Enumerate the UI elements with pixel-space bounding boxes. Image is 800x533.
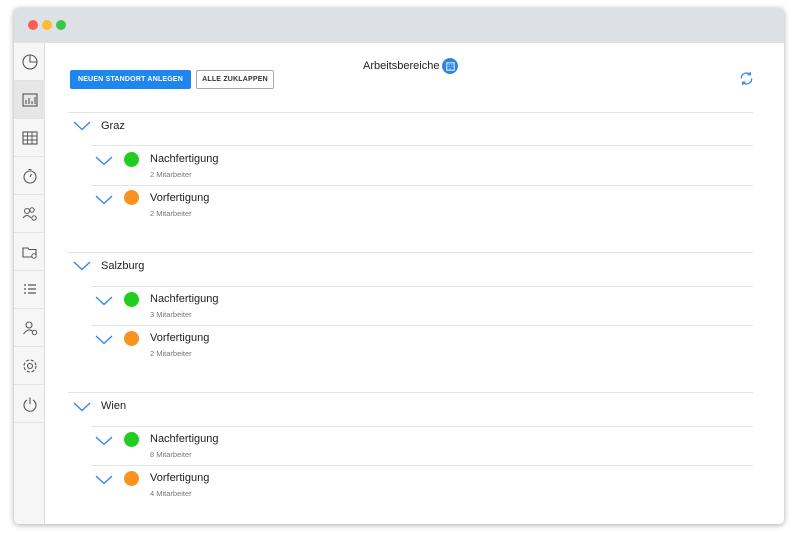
collapse-all-button[interactable]: ALLE ZUKLAPPEN <box>196 70 274 89</box>
status-indicator-orange <box>124 471 139 486</box>
department-name[interactable]: Vorfertigung <box>150 192 209 204</box>
page-title: Arbeitsbereiche <box>363 58 459 74</box>
refresh-icon[interactable] <box>738 70 755 87</box>
department-name[interactable]: Vorfertigung <box>150 472 209 484</box>
sidebar-item-reports[interactable] <box>14 81 45 119</box>
department-name[interactable]: Vorfertigung <box>150 332 209 344</box>
stopwatch-icon <box>22 168 37 184</box>
sidebar-item-lists[interactable] <box>14 271 45 309</box>
row-divider <box>92 185 753 186</box>
minimize-window-button[interactable] <box>42 20 52 30</box>
group-divider <box>68 252 753 253</box>
row-divider <box>92 286 753 287</box>
status-indicator-green <box>124 292 139 307</box>
chevron-down-icon[interactable] <box>95 475 113 485</box>
user-settings-icon <box>22 320 37 335</box>
chevron-down-icon[interactable] <box>95 156 113 166</box>
chevron-down-icon[interactable] <box>95 436 113 446</box>
maximize-window-button[interactable] <box>56 20 66 30</box>
sidebar-item-dashboard[interactable] <box>14 43 45 81</box>
app-window: Arbeitsbereiche NEUEN STANDORT ANLEGEN A… <box>14 8 784 524</box>
department-name[interactable]: Nachfertigung <box>150 153 219 165</box>
sidebar-item-users[interactable] <box>14 309 45 347</box>
group-divider <box>68 392 753 393</box>
status-indicator-orange <box>124 331 139 346</box>
sidebar-item-planning[interactable] <box>14 119 45 157</box>
sidebar-item-teams[interactable] <box>14 195 45 233</box>
titlebar <box>14 8 784 43</box>
chevron-down-icon[interactable] <box>73 261 91 271</box>
group-divider <box>68 112 753 113</box>
chevron-down-icon[interactable] <box>95 195 113 205</box>
row-divider <box>92 426 753 427</box>
chevron-down-icon[interactable] <box>73 402 91 412</box>
row-divider <box>92 145 753 146</box>
location-name[interactable]: Salzburg <box>101 260 144 272</box>
status-indicator-green <box>124 152 139 167</box>
users-settings-icon <box>22 206 37 221</box>
gear-icon <box>22 358 37 373</box>
pie-chart-icon <box>21 53 38 70</box>
department-name[interactable]: Nachfertigung <box>150 433 219 445</box>
status-indicator-green <box>124 432 139 447</box>
department-name[interactable]: Nachfertigung <box>150 293 219 305</box>
employee-count: 8 Mitarbeiter <box>150 450 192 459</box>
row-divider <box>92 325 753 326</box>
main-content: Arbeitsbereiche NEUEN STANDORT ANLEGEN A… <box>45 43 784 524</box>
folder-settings-icon <box>21 246 37 259</box>
employee-count: 2 Mitarbeiter <box>150 170 192 179</box>
chevron-down-icon[interactable] <box>95 335 113 345</box>
sidebar-item-projects[interactable] <box>14 233 45 271</box>
close-window-button[interactable] <box>28 20 38 30</box>
chevron-down-icon[interactable] <box>95 296 113 306</box>
employee-count: 2 Mitarbeiter <box>150 349 192 358</box>
row-divider <box>92 465 753 466</box>
page-title-text: Arbeitsbereiche <box>363 60 440 72</box>
building-icon <box>442 58 459 74</box>
status-indicator-orange <box>124 190 139 205</box>
employee-count: 4 Mitarbeiter <box>150 489 192 498</box>
sidebar-item-logout[interactable] <box>14 385 45 423</box>
bar-chart-icon <box>21 92 38 107</box>
employee-count: 2 Mitarbeiter <box>150 209 192 218</box>
location-name[interactable]: Wien <box>101 400 126 412</box>
sidebar-item-settings[interactable] <box>14 347 45 385</box>
location-name[interactable]: Graz <box>101 120 125 132</box>
power-icon <box>22 397 37 412</box>
calendar-grid-icon <box>21 130 38 145</box>
sidebar-item-time[interactable] <box>14 157 45 195</box>
sidebar <box>14 43 45 524</box>
new-location-button[interactable]: NEUEN STANDORT ANLEGEN <box>70 70 191 89</box>
chevron-down-icon[interactable] <box>73 121 91 131</box>
employee-count: 3 Mitarbeiter <box>150 310 192 319</box>
list-icon <box>23 283 36 294</box>
